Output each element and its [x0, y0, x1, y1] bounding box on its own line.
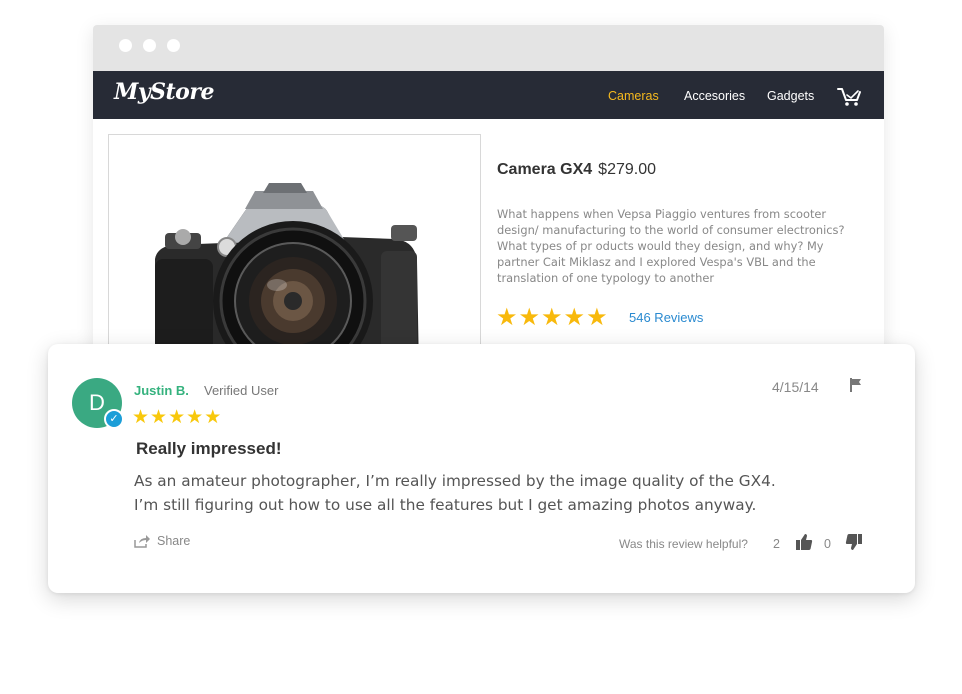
thumbs-down-icon[interactable]	[845, 533, 863, 551]
product-name: Camera GX4	[497, 161, 593, 178]
product-price: $279.00	[598, 161, 657, 178]
reviewer-status: Verified User	[204, 383, 279, 398]
star-icon: ★	[168, 406, 186, 428]
product-image[interactable]	[108, 134, 481, 355]
store-navbar: MyStore Cameras Accesories Gadgets	[93, 71, 884, 119]
flag-icon[interactable]	[848, 377, 864, 393]
browser-window: MyStore Cameras Accesories Gadgets Camer…	[93, 25, 884, 355]
star-icon: ★	[496, 303, 518, 331]
camera-image	[155, 183, 419, 355]
helpful-up-count: 2	[773, 537, 780, 551]
nav-link-cameras[interactable]: Cameras	[608, 89, 659, 103]
review-body: As an amateur photographer, I’m really i…	[134, 469, 894, 517]
share-icon	[134, 535, 150, 548]
nav-link-gadgets[interactable]: Gadgets	[767, 89, 814, 103]
product-rating: ★ ★ ★ ★ ★	[496, 305, 608, 329]
helpful-down-count: 0	[824, 537, 831, 551]
store-logo[interactable]: MyStore	[114, 79, 214, 105]
share-label: Share	[157, 534, 191, 548]
star-icon: ★	[563, 303, 586, 331]
product-title: Camera GX4 $279.00	[497, 161, 656, 179]
star-icon: ★	[586, 303, 608, 331]
nav-link-accessories[interactable]: Accesories	[684, 89, 745, 103]
verified-check-icon: ✓	[104, 409, 124, 429]
cart-icon[interactable]	[837, 85, 863, 107]
review-body-line: I’m still figuring out how to use all th…	[134, 496, 757, 514]
star-icon: ★	[518, 303, 541, 331]
helpful-question: Was this review helpful?	[619, 537, 748, 551]
star-icon: ★	[541, 303, 563, 331]
review-body-line: As an amateur photographer, I’m really i…	[134, 472, 776, 490]
window-control-dot[interactable]	[143, 39, 156, 52]
review-date: 4/15/14	[772, 379, 819, 395]
reviews-count-link[interactable]: 546 Reviews	[629, 310, 703, 325]
window-control-dot[interactable]	[167, 39, 180, 52]
star-icon: ★	[132, 406, 150, 428]
browser-title-bar	[93, 25, 884, 71]
review-headline: Really impressed!	[136, 439, 282, 458]
star-icon: ★	[204, 406, 222, 428]
reviewer-name: Justin B.	[134, 383, 189, 398]
review-card: D ✓ Justin B. Verified User ★ ★ ★ ★ ★ 4/…	[48, 344, 915, 593]
share-button[interactable]: Share	[134, 534, 190, 548]
thumbs-up-icon[interactable]	[795, 533, 813, 551]
window-control-dot[interactable]	[119, 39, 132, 52]
product-description: What happens when Vepsa Piaggio ventures…	[497, 207, 845, 285]
review-rating: ★ ★ ★ ★ ★	[132, 406, 221, 428]
star-icon: ★	[186, 406, 204, 428]
star-icon: ★	[150, 406, 168, 428]
